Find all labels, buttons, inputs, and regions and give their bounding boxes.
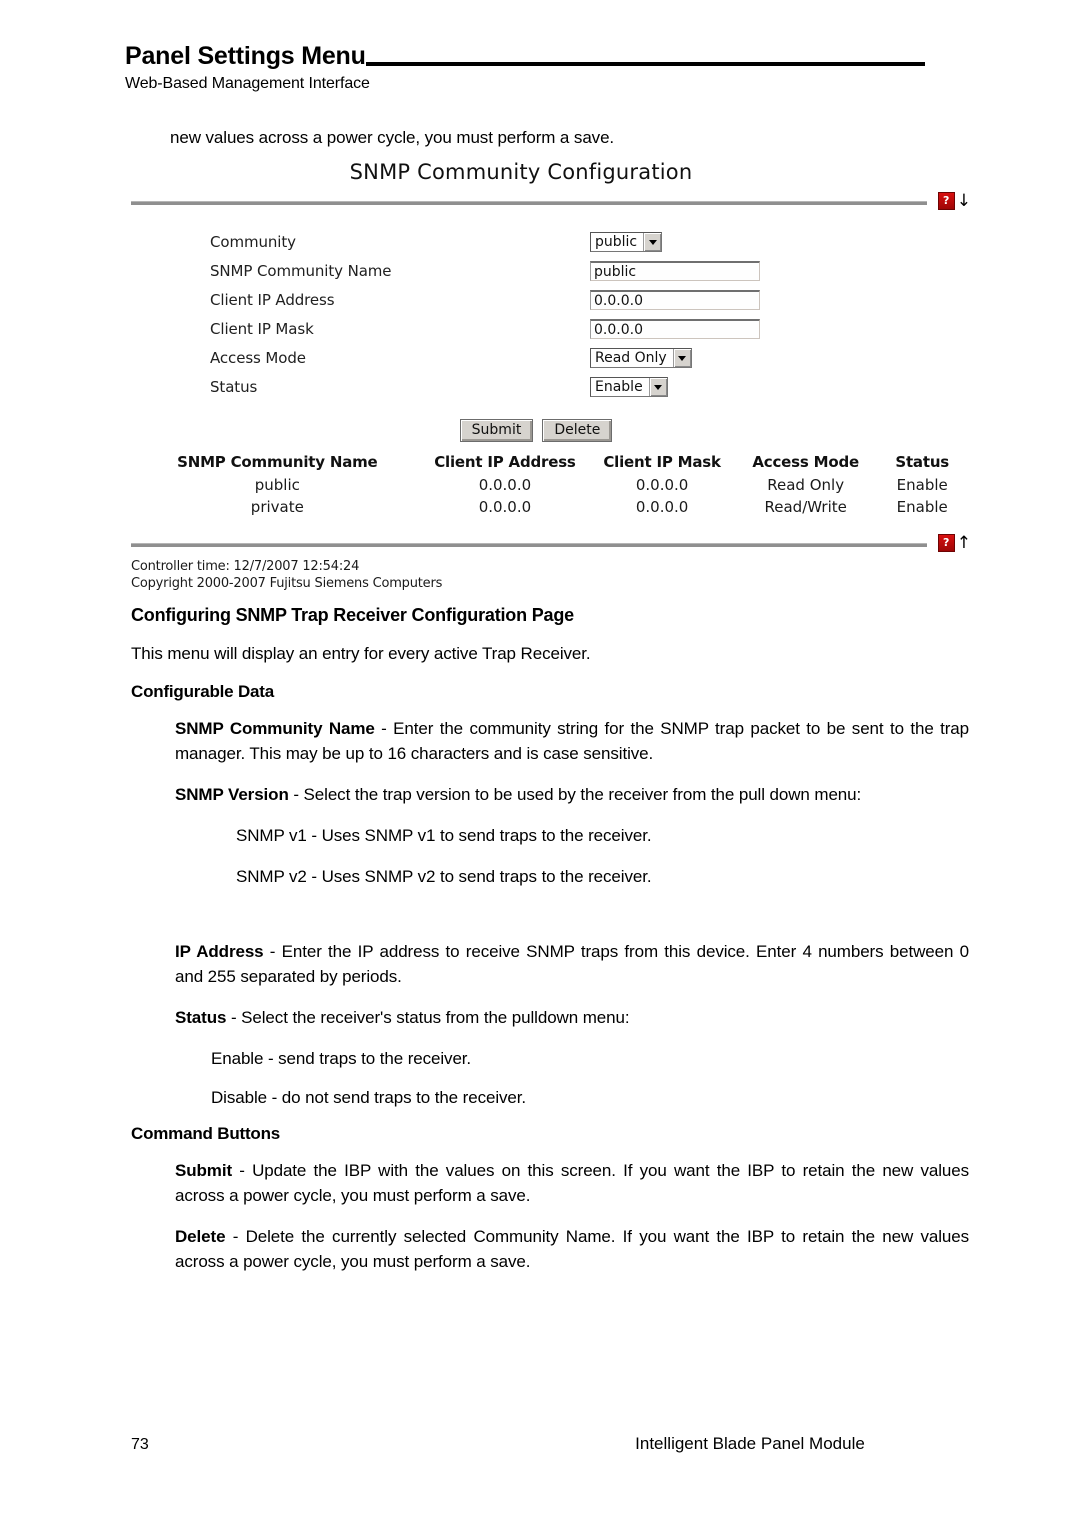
help-icon[interactable]: ? (937, 192, 955, 210)
command-buttons-heading: Command Buttons (131, 1124, 281, 1143)
desc-submit: - Update the IBP with the values on this… (175, 1161, 969, 1205)
table-header-row: SNMP Community Name Client IP Address Cl… (131, 453, 971, 474)
desc-snmp-version: - Select the trap version to be used by … (288, 785, 862, 804)
label-snmp-community-name: SNMP Community Name (210, 262, 392, 280)
webui-top-divider-row: ? ↓ (131, 192, 971, 214)
cell-status: Enable (896, 476, 948, 494)
column-header-status: Status (895, 453, 950, 471)
form-row-community: Community public (210, 228, 971, 256)
product-name-footer: Intelligent Blade Panel Module (635, 1434, 865, 1453)
delete-button[interactable]: Delete (542, 419, 613, 442)
webui-top-divider (131, 201, 927, 205)
paragraph-snmp-version: SNMP Version - Select the trap version t… (131, 782, 969, 807)
paragraph-status-enable: Enable - send traps to the receiver. (211, 1049, 472, 1068)
webui-bottom-divider (131, 543, 927, 547)
term-ip-address: IP Address (175, 942, 264, 961)
desc-delete: - Delete the currently selected Communit… (175, 1227, 969, 1271)
page-header: Panel Settings Menu Web-Based Management… (125, 44, 925, 93)
desc-status: - Select the receiver's status from the … (226, 1008, 630, 1027)
help-cluster-top: ? ↓ (937, 192, 971, 210)
webui-bottom-divider-row: ? ↑ (131, 534, 971, 556)
paragraph-snmp-v1: SNMP v1 - Uses SNMP v1 to send traps to … (236, 826, 652, 845)
community-select-value: public (595, 234, 638, 250)
webui-page-title: SNMP Community Configuration (349, 160, 693, 184)
desc-ip-address: - Enter the IP address to receive SNMP t… (175, 942, 969, 986)
help-cluster-bottom: ? ↑ (937, 534, 971, 552)
term-status: Status (175, 1008, 227, 1027)
snmp-community-configuration-screenshot: SNMP Community Configuration ? ↓ Communi… (131, 160, 971, 592)
client-ip-address-input[interactable] (590, 290, 760, 310)
section-intro-text: This menu will display an entry for ever… (131, 644, 591, 663)
help-icon[interactable]: ? (937, 534, 955, 552)
cell-client-ip-address: 0.0.0.0 (478, 498, 532, 516)
submit-button[interactable]: Submit (459, 419, 534, 442)
form-row-access-mode: Access Mode Read Only (210, 344, 971, 372)
paragraph-status-disable: Disable - do not send traps to the recei… (211, 1088, 526, 1107)
label-status: Status (210, 378, 258, 396)
label-community: Community (210, 233, 296, 251)
paragraph-community-name: SNMP Community Name - Enter the communit… (131, 716, 969, 766)
form-row-client-ip-mask: Client IP Mask (210, 315, 971, 343)
term-delete: Delete (175, 1227, 226, 1246)
header-underline-rule (365, 62, 925, 66)
status-select[interactable]: Enable (590, 377, 668, 397)
form-row-status: Status Enable (210, 373, 971, 401)
cell-community-name: public (254, 476, 300, 494)
cell-access-mode: Read Only (767, 476, 845, 494)
cell-status: Enable (896, 498, 948, 516)
column-header-client-ip-address: Client IP Address (434, 453, 576, 471)
paragraph-delete: Delete - Delete the currently selected C… (131, 1224, 969, 1274)
intro-continuation-text: new values across a power cycle, you mus… (170, 128, 615, 147)
column-header-community-name: SNMP Community Name (177, 453, 378, 471)
chevron-down-icon[interactable] (648, 378, 667, 396)
table-row[interactable]: private 0.0.0.0 0.0.0.0 Read/Write Enabl… (131, 496, 971, 518)
snmp-community-name-input[interactable] (590, 261, 760, 281)
term-snmp-community-name: SNMP Community Name (175, 719, 375, 738)
body-copy: Configuring SNMP Trap Receiver Configura… (131, 605, 969, 1290)
term-snmp-version: SNMP Version (175, 785, 289, 804)
column-header-access-mode: Access Mode (752, 453, 859, 471)
page-subtitle: Web-Based Management Interface (125, 75, 370, 92)
label-client-ip-address: Client IP Address (210, 291, 335, 309)
cell-community-name: private (250, 498, 304, 516)
snmp-community-form: Community public SNMP Community Name Cli… (131, 228, 971, 401)
cell-client-ip-address: 0.0.0.0 (478, 476, 532, 494)
paragraph-snmp-v2: SNMP v2 - Uses SNMP v2 to send traps to … (236, 867, 652, 886)
cell-access-mode: Read/Write (764, 498, 847, 516)
copyright-notice: Copyright 2000-2007 Fujitsu Siemens Comp… (131, 576, 443, 591)
paragraph-status: Status - Select the receiver's status fr… (131, 1005, 969, 1030)
controller-time: Controller time: 12/7/2007 12:54:24 (131, 559, 360, 574)
cell-client-ip-mask: 0.0.0.0 (635, 476, 689, 494)
term-submit: Submit (175, 1161, 233, 1180)
header-title-row: Panel Settings Menu (125, 44, 925, 69)
client-ip-mask-input[interactable] (590, 319, 760, 339)
arrow-up-icon[interactable]: ↑ (957, 535, 971, 552)
page-title: Panel Settings Menu (125, 42, 366, 70)
label-client-ip-mask: Client IP Mask (210, 320, 314, 338)
section-heading: Configuring SNMP Trap Receiver Configura… (131, 605, 574, 625)
paragraph-ip-address: IP Address - Enter the IP address to rec… (131, 939, 969, 989)
label-access-mode: Access Mode (210, 349, 306, 367)
snmp-community-table: SNMP Community Name Client IP Address Cl… (131, 453, 971, 518)
form-row-client-ip-address: Client IP Address (210, 286, 971, 314)
command-button-row: Submit Delete (131, 419, 971, 442)
paragraph-submit: Submit - Update the IBP with the values … (131, 1158, 969, 1208)
status-select-value: Enable (595, 379, 643, 395)
configurable-data-heading: Configurable Data (131, 682, 275, 701)
access-mode-select-value: Read Only (595, 350, 667, 366)
table-row[interactable]: public 0.0.0.0 0.0.0.0 Read Only Enable (131, 474, 971, 496)
chevron-down-icon[interactable] (672, 349, 691, 367)
arrow-down-icon[interactable]: ↓ (957, 193, 971, 210)
chevron-down-icon[interactable] (643, 233, 662, 251)
column-header-client-ip-mask: Client IP Mask (603, 453, 721, 471)
form-row-snmp-community-name: SNMP Community Name (210, 257, 971, 285)
cell-client-ip-mask: 0.0.0.0 (635, 498, 689, 516)
community-select[interactable]: public (590, 232, 663, 252)
webui-footer: Controller time: 12/7/2007 12:54:24 Copy… (131, 558, 971, 592)
access-mode-select[interactable]: Read Only (590, 348, 692, 368)
